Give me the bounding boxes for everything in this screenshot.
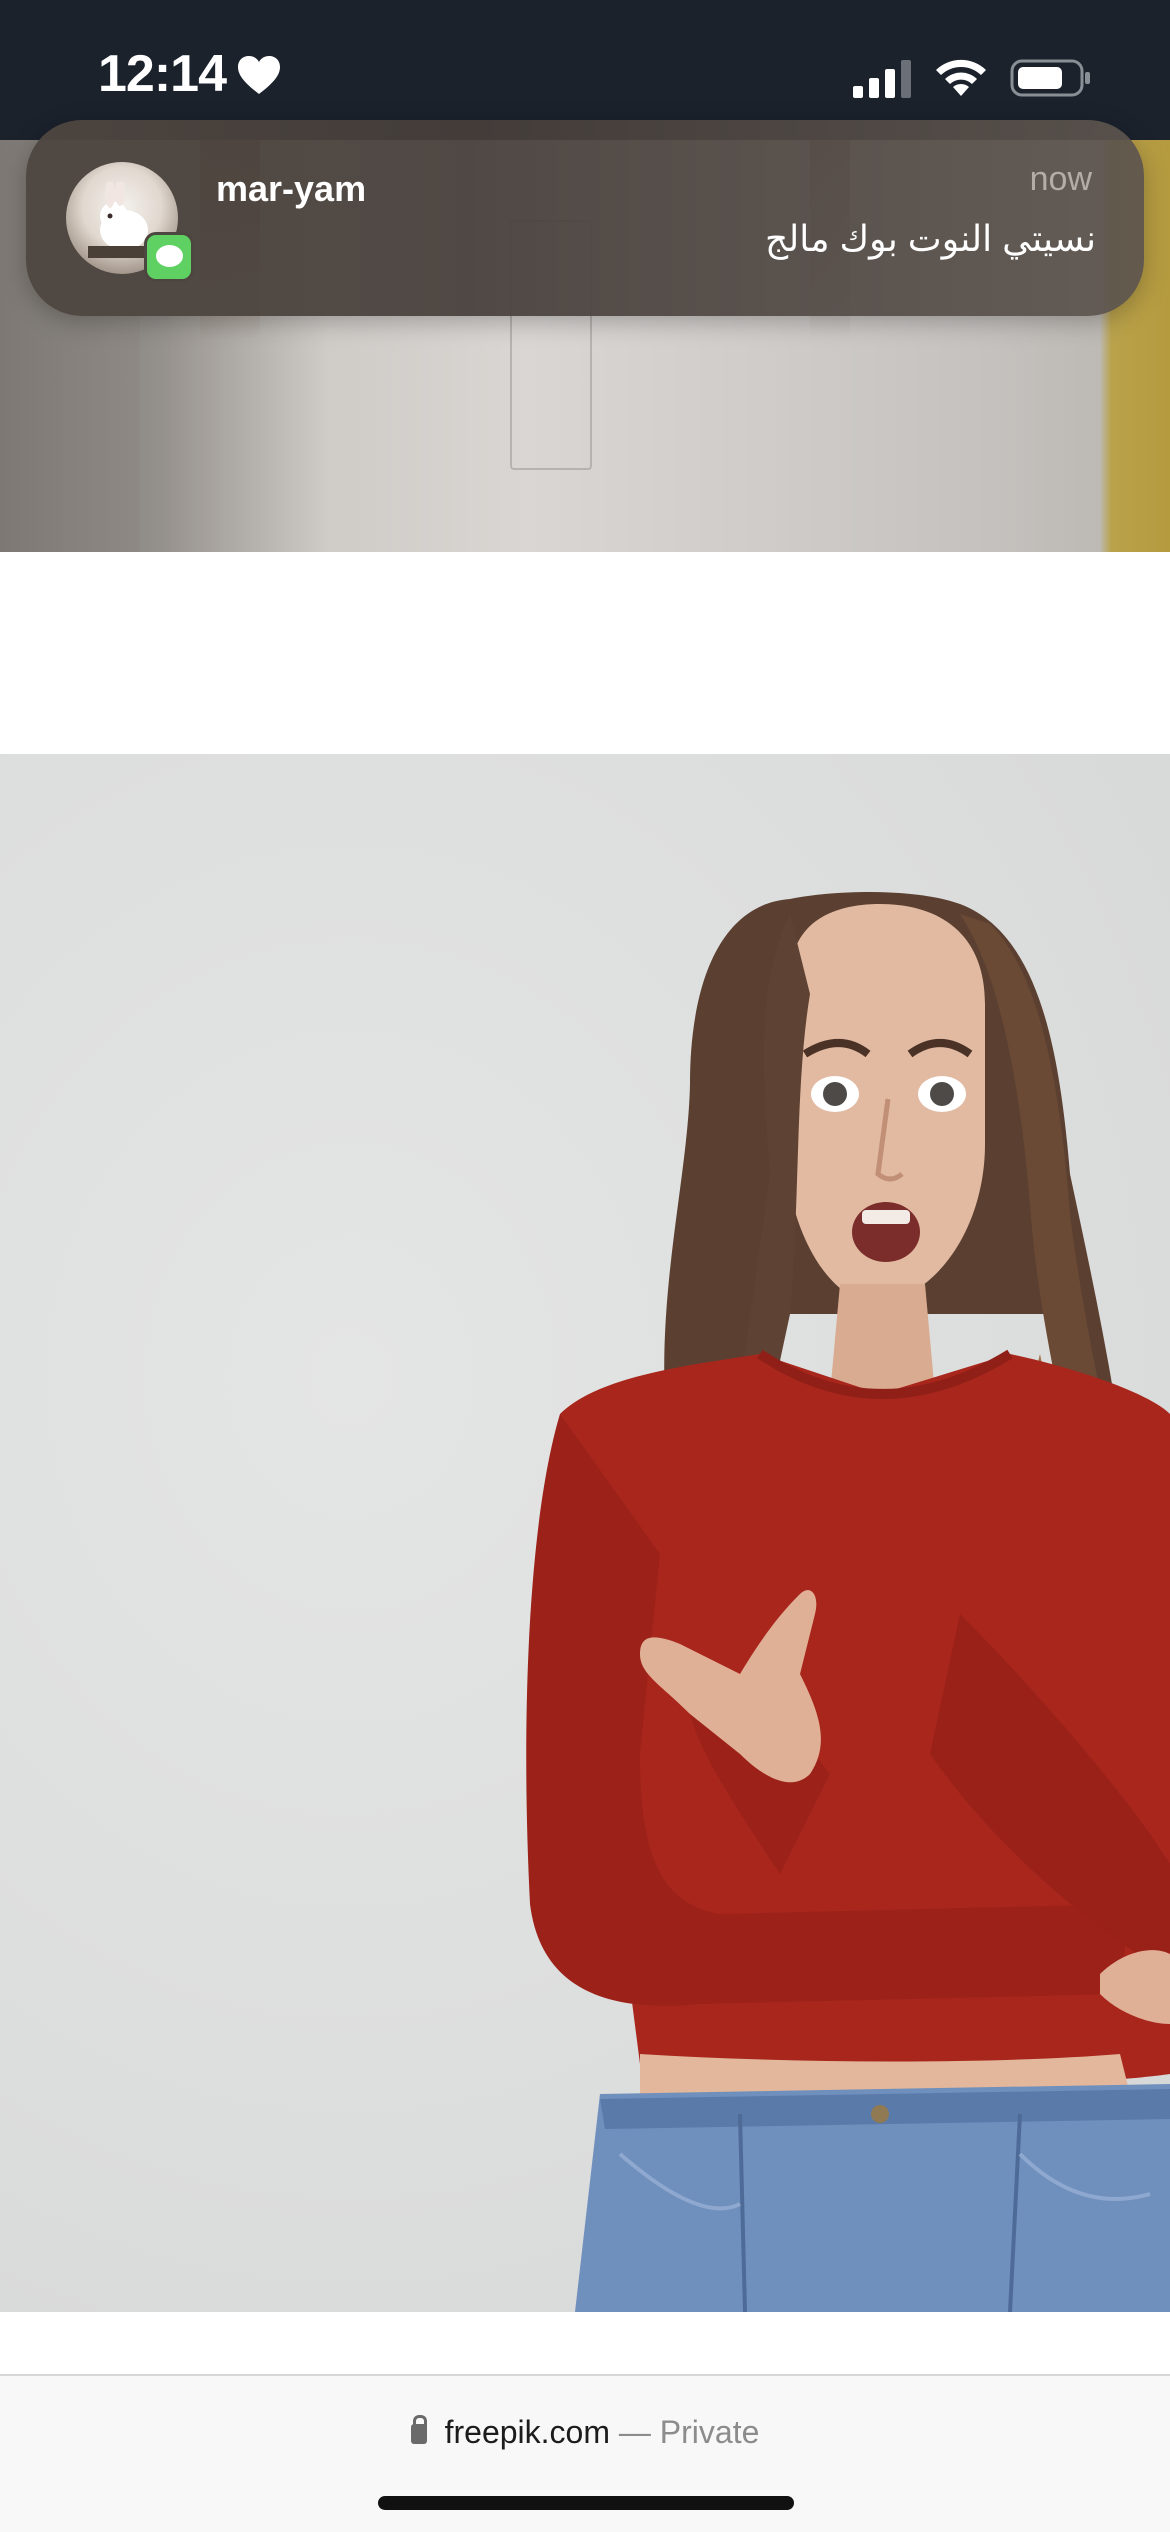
private-mode-label: — Private <box>618 2414 760 2450</box>
battery-icon <box>1010 59 1090 97</box>
notification-message: نسيتي النوت بوك مالج <box>765 218 1096 259</box>
url-display[interactable]: freepik.com — Private <box>0 2414 1170 2451</box>
woman-pointing-illustration <box>526 892 1170 2312</box>
status-bar: 12:14 <box>0 0 1170 140</box>
url-domain: freepik.com <box>444 2414 610 2450</box>
lock-icon <box>410 2415 427 2444</box>
status-time: 12:14 <box>98 45 227 103</box>
cellular-signal-icon <box>853 60 911 98</box>
wifi-icon <box>936 59 986 96</box>
notification-time: now <box>1029 160 1092 198</box>
article-image-main <box>0 754 1170 2312</box>
heart-icon <box>238 56 280 94</box>
messages-icon <box>144 232 194 282</box>
home-indicator[interactable] <box>378 2496 794 2510</box>
notification-sender: mar-yam <box>216 168 367 209</box>
message-notification[interactable]: mar-yam now نسيتي النوت بوك مالج <box>26 120 1144 316</box>
browser-address-bar[interactable]: freepik.com — Private <box>0 2374 1170 2532</box>
